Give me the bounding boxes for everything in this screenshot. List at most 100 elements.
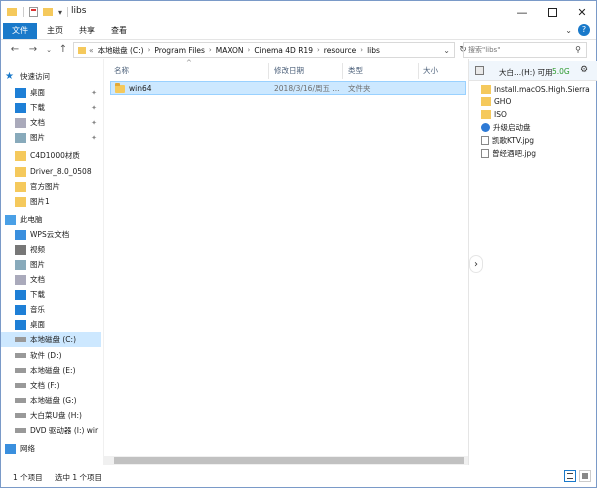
properties-icon[interactable] bbox=[29, 7, 38, 17]
window-title: libs bbox=[71, 6, 87, 16]
image-file-icon bbox=[481, 149, 489, 158]
tab-view[interactable]: 查看 bbox=[105, 23, 133, 39]
nav-item[interactable]: 下载 bbox=[1, 287, 101, 302]
folder-icon bbox=[7, 8, 17, 16]
nav-item[interactable]: 下载 ✦ bbox=[1, 100, 101, 115]
forward-button[interactable]: → bbox=[27, 43, 39, 57]
nav-item[interactable]: 图片 bbox=[1, 257, 101, 272]
drive-content-label: 凯歌KTV.jpg bbox=[492, 136, 535, 145]
breadcrumb-drive[interactable]: 本地磁盘 (C:) bbox=[98, 45, 144, 56]
maximize-button[interactable] bbox=[537, 1, 567, 23]
breadcrumb-separator-icon: › bbox=[360, 46, 364, 54]
search-icon[interactable]: ⚲ bbox=[575, 45, 581, 54]
nav-item[interactable]: 官方图片 bbox=[1, 179, 101, 194]
nav-item[interactable]: 此电脑 bbox=[1, 212, 101, 227]
tab-share[interactable]: 共享 bbox=[73, 23, 101, 39]
search-input[interactable] bbox=[468, 46, 568, 54]
nav-item[interactable]: 文档 ✦ bbox=[1, 115, 101, 130]
nav-label: 此电脑 bbox=[20, 215, 43, 224]
pin-icon[interactable]: ✦ bbox=[91, 134, 97, 142]
breadcrumb-program-files[interactable]: Program Files bbox=[154, 46, 205, 55]
breadcrumb-cinema4d[interactable]: Cinema 4D R19 bbox=[254, 46, 313, 55]
overflow-chevron[interactable]: « bbox=[89, 46, 94, 55]
nav-item[interactable]: C4D1000材质 bbox=[1, 148, 101, 163]
ribbon-tabs: 文件 主页 共享 查看 ⌄ ? bbox=[1, 23, 596, 39]
nav-item[interactable]: 软件 (D:) bbox=[1, 348, 101, 363]
nav-item[interactable]: 桌面 bbox=[1, 317, 101, 332]
large-icons-view-icon bbox=[582, 473, 588, 479]
download-icon bbox=[15, 289, 26, 300]
expand-ribbon-icon[interactable]: ⌄ bbox=[565, 26, 572, 35]
breadcrumb-resource[interactable]: resource bbox=[324, 46, 356, 55]
nav-item[interactable]: Driver_8.0_0508 bbox=[1, 164, 101, 179]
maximize-icon bbox=[547, 7, 557, 17]
nav-item[interactable]: 桌面 ✦ bbox=[1, 85, 101, 100]
drive-content-item[interactable]: 曾经酒吧.jpg bbox=[481, 147, 596, 160]
help-icon[interactable]: ? bbox=[578, 24, 590, 36]
nav-item[interactable]: 本地磁盘 (E:) bbox=[1, 363, 101, 378]
nav-item[interactable]: 音乐 bbox=[1, 302, 101, 317]
pin-icon[interactable]: ✦ bbox=[91, 104, 97, 112]
pin-icon[interactable]: ✦ bbox=[91, 89, 97, 97]
horizontal-scrollbar[interactable] bbox=[104, 456, 468, 465]
nav-item[interactable]: 大白菜U盘 (H:) bbox=[1, 408, 101, 423]
breadcrumb-separator-icon: › bbox=[316, 46, 320, 54]
minimize-button[interactable]: — bbox=[507, 1, 537, 23]
back-arrow-icon: ← bbox=[10, 44, 20, 55]
cloud-icon bbox=[15, 229, 26, 240]
nav-item[interactable]: 本地磁盘 (G:) bbox=[1, 393, 101, 408]
column-header-size[interactable]: 大小 bbox=[423, 63, 463, 79]
customize-toolbar-icon[interactable]: ▾ bbox=[58, 8, 62, 17]
chevron-right-icon: › bbox=[474, 258, 478, 270]
nav-item[interactable]: 网络 bbox=[1, 441, 101, 456]
breadcrumb-maxon[interactable]: MAXON bbox=[216, 46, 244, 55]
drive-content-item[interactable]: GHO bbox=[481, 95, 596, 108]
address-row: ← → ⌄ ↑ « 本地磁盘 (C:) › Program Files › MA… bbox=[1, 39, 596, 59]
scrollbar-thumb[interactable] bbox=[114, 457, 464, 464]
folder-icon bbox=[15, 150, 26, 161]
nav-item[interactable]: 图片1 bbox=[1, 194, 101, 209]
column-separator[interactable] bbox=[342, 63, 343, 79]
column-header-date[interactable]: 修改日期 bbox=[274, 63, 344, 79]
address-dropdown-icon[interactable]: ⌄ bbox=[443, 46, 450, 55]
breadcrumb-libs[interactable]: libs bbox=[367, 46, 380, 55]
file-row[interactable]: win64 2018/3/16/周五 ... 文件夹 bbox=[110, 81, 466, 95]
drive-content-item[interactable]: ISO bbox=[481, 108, 596, 121]
drive-content-label: GHO bbox=[494, 97, 512, 106]
column-header-type[interactable]: 类型 bbox=[348, 63, 418, 79]
details-view-button[interactable] bbox=[564, 470, 576, 482]
collapse-pane-button[interactable]: › bbox=[469, 255, 483, 273]
tab-file[interactable]: 文件 bbox=[3, 23, 37, 39]
network-icon bbox=[5, 443, 16, 454]
nav-item[interactable]: 文档 (F:) bbox=[1, 378, 101, 393]
folder-icon bbox=[78, 46, 86, 54]
nav-item[interactable]: 视频 bbox=[1, 242, 101, 257]
drive-content-label: Install.macOS.High.Sierra bbox=[494, 85, 590, 94]
large-icons-view-button[interactable] bbox=[579, 470, 591, 482]
gear-icon[interactable]: ⚙ bbox=[580, 65, 588, 75]
nav-label: 文档 bbox=[30, 118, 45, 127]
search-box[interactable]: ⚲ bbox=[463, 42, 587, 58]
tab-home[interactable]: 主页 bbox=[41, 23, 69, 39]
nav-label: 网络 bbox=[20, 444, 35, 453]
up-button[interactable]: ↑ bbox=[57, 43, 69, 57]
folder-icon bbox=[481, 97, 491, 106]
nav-item[interactable]: 本地磁盘 (C:) bbox=[1, 332, 101, 347]
drive-icon bbox=[15, 337, 26, 342]
nav-item[interactable]: 文档 bbox=[1, 272, 101, 287]
column-separator[interactable] bbox=[268, 63, 269, 79]
drive-icon bbox=[15, 383, 26, 388]
back-button[interactable]: ← bbox=[9, 43, 21, 57]
address-bar[interactable]: « 本地磁盘 (C:) › Program Files › MAXON › Ci… bbox=[73, 42, 455, 58]
nav-quick-access[interactable]: ★ 快速访问 bbox=[5, 69, 103, 84]
drive-content-item[interactable]: 凯歌KTV.jpg bbox=[481, 134, 596, 147]
nav-item[interactable]: WPS云文档 bbox=[1, 227, 101, 242]
new-folder-icon[interactable] bbox=[43, 8, 53, 16]
drive-content-item[interactable]: 升级启动盘 bbox=[481, 121, 596, 134]
recent-locations-button[interactable]: ⌄ bbox=[43, 43, 55, 57]
close-button[interactable]: ✕ bbox=[567, 1, 597, 23]
nav-item[interactable]: 图片 ✦ bbox=[1, 130, 101, 145]
nav-item[interactable]: DVD 驱动器 (I:) wir bbox=[1, 423, 101, 438]
pin-icon[interactable]: ✦ bbox=[91, 119, 97, 127]
column-separator[interactable] bbox=[418, 63, 419, 79]
